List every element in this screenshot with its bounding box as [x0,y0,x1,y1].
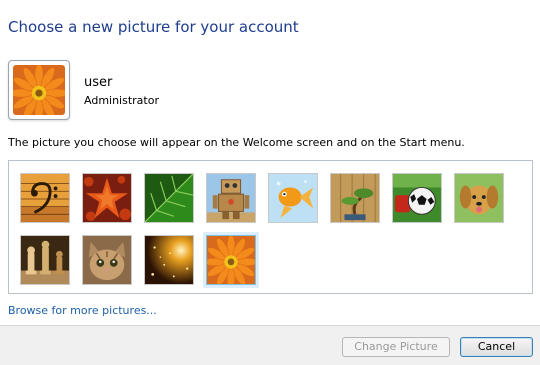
picture-tile-starfish[interactable] [82,173,132,223]
browse-more-pictures-link[interactable]: Browse for more pictures... [8,304,157,317]
picture-description: The picture you choose will appear on th… [8,136,465,149]
kitten-icon [83,236,131,284]
picture-tile-chess[interactable] [20,235,70,285]
bonsai-icon [331,174,379,222]
picture-tile-sparkles[interactable] [144,235,194,285]
user-name: user [84,75,113,90]
green-leaf-icon [145,174,193,222]
bass-clef-icon [21,174,69,222]
picture-tile-soccer[interactable] [392,173,442,223]
robot-icon [207,174,255,222]
cancel-button[interactable]: Cancel [460,337,533,357]
picture-tile-puppy[interactable] [454,173,504,223]
soccer-ball-icon [393,174,441,222]
user-role: Administrator [84,94,159,107]
picture-tile-kitten[interactable] [82,235,132,285]
picture-tile-leaf[interactable] [144,173,194,223]
picture-tile-bonsai[interactable] [330,173,380,223]
picture-tile-robot[interactable] [206,173,256,223]
sparkles-icon [145,236,193,284]
orange-flower-icon [13,65,65,115]
goldfish-icon [269,174,317,222]
change-picture-button[interactable]: Change Picture [342,337,450,357]
picture-tile-orange-flower[interactable] [206,235,256,285]
avatar [8,60,70,120]
picture-grid [8,160,533,294]
page-title: Choose a new picture for your account [8,18,299,36]
puppy-icon [455,174,503,222]
chess-pieces-icon [21,236,69,284]
orange-flower-icon [207,236,255,284]
picture-tile-goldfish[interactable] [268,173,318,223]
starfish-icon [83,174,131,222]
dialog-footer: Change Picture Cancel [0,326,540,365]
picture-tile-bass-clef[interactable] [20,173,70,223]
